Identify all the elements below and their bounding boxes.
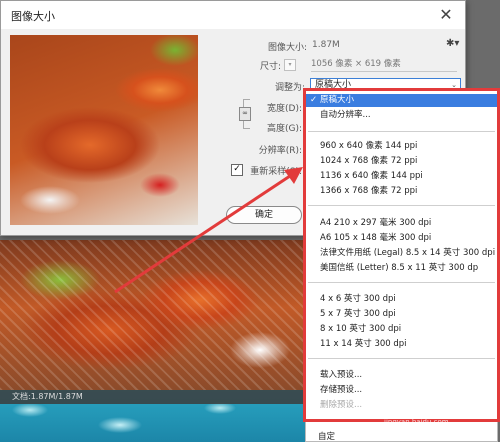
- ok-button[interactable]: 确定: [226, 206, 302, 224]
- width-label: 宽度(D):: [267, 104, 302, 114]
- watermark-url: jingyan.baidu.com: [384, 418, 449, 426]
- document-status-bar: 文档:1.87M/1.87M: [0, 390, 320, 404]
- image-preview[interactable]: [10, 35, 198, 225]
- dimensions-unit-dropdown[interactable]: ▾: [284, 59, 296, 71]
- image-size-value: 1.87M: [312, 40, 340, 50]
- watermark-logo: Bai 经验: [380, 399, 440, 415]
- resample-checkbox[interactable]: ✓: [231, 164, 243, 176]
- resolution-label: 分辨率(R):: [258, 146, 302, 156]
- gear-icon[interactable]: ✱▾: [446, 38, 459, 49]
- dimensions-label: 尺寸:: [259, 62, 281, 72]
- fit-to-label: 调整为:: [274, 83, 305, 93]
- highlight-box: [303, 88, 500, 422]
- image-size-label: 图像大小:: [267, 43, 307, 53]
- height-label: 高度(G):: [266, 124, 302, 134]
- dialog-titlebar[interactable]: 图像大小 ✕: [1, 1, 465, 29]
- close-icon[interactable]: ✕: [435, 4, 457, 26]
- resample-label: 重新采样(S):: [250, 167, 302, 177]
- canvas-texture: [0, 240, 320, 390]
- dimensions-value: 1056 像素 × 619 像素: [311, 57, 457, 72]
- dialog-title: 图像大小: [11, 10, 55, 23]
- menu-item-custom[interactable]: 自定: [318, 430, 335, 442]
